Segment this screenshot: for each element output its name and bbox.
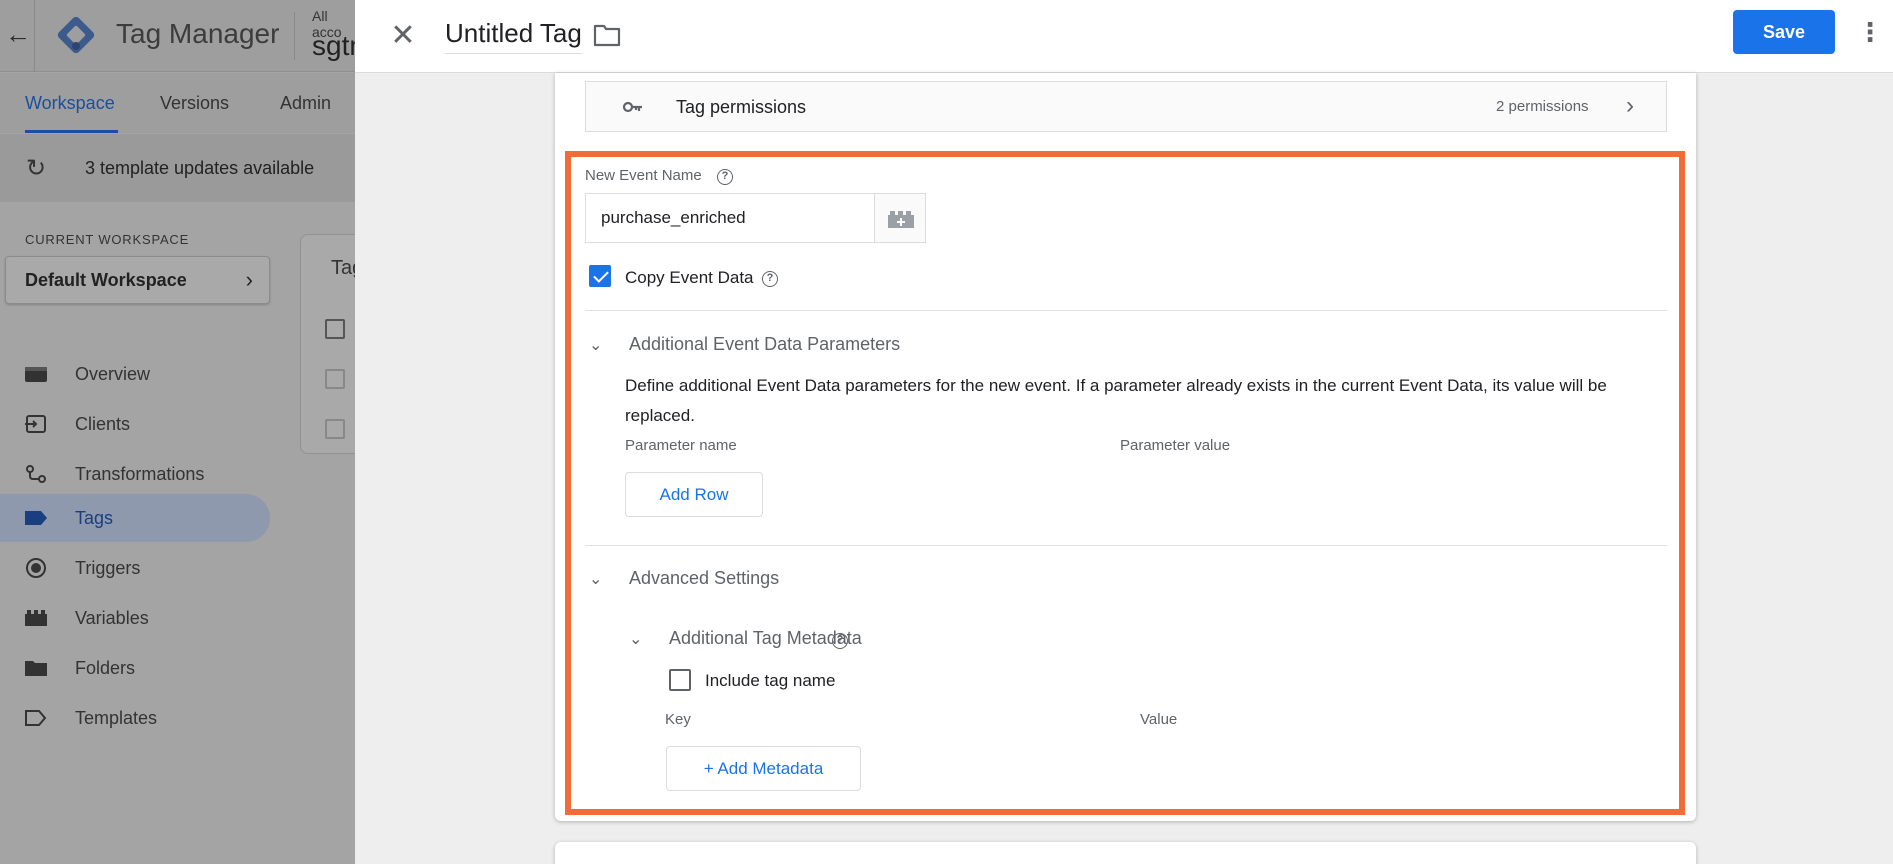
sidebar-item-label: Clients <box>75 414 131 434</box>
tag-editor-panel: ✕ Untitled Tag Save ⋮ Tag permissions 2 … <box>355 0 1893 864</box>
tab-workspace[interactable]: Workspace <box>25 93 115 114</box>
triggers-icon <box>26 558 46 578</box>
chevron-right-icon: › <box>245 267 253 292</box>
gtm-logo-icon <box>57 16 95 54</box>
chevron-down-icon[interactable]: ⌄ <box>629 629 649 649</box>
variable-picker-button[interactable] <box>874 193 926 243</box>
close-icon[interactable]: ✕ <box>385 18 421 54</box>
overview-icon <box>25 367 47 382</box>
parameter-value-header: Parameter value <box>1120 437 1231 454</box>
refresh-icon: ↻ <box>26 155 47 182</box>
value-header: Value <box>1140 711 1178 728</box>
tag-config-card: Tag permissions 2 permissions › New Even… <box>555 73 1696 821</box>
sidebar-item-transformations[interactable]: Transformations <box>0 450 270 498</box>
tab-versions[interactable]: Versions <box>160 93 229 114</box>
save-button[interactable]: Save <box>1733 10 1835 54</box>
app-header: ← Tag Manager All acco sgtm <box>0 0 373 72</box>
chevron-down-icon[interactable]: ⌄ <box>589 569 609 589</box>
workspace-selector[interactable]: Default Workspace › <box>5 256 270 304</box>
more-vert-icon[interactable]: ⋮ <box>1857 14 1883 50</box>
new-event-name-input[interactable]: purchase_enriched <box>585 193 874 243</box>
sidebar-item-label: Triggers <box>75 558 141 578</box>
sidebar-item-templates[interactable]: Templates <box>0 694 270 742</box>
banner-text: 3 template updates available <box>85 158 315 178</box>
section-divider <box>585 310 1667 311</box>
header-divider <box>34 0 35 72</box>
help-icon[interactable]: ? <box>832 633 848 649</box>
tag-permissions-label: Tag permissions <box>676 97 807 117</box>
tag-permissions-row[interactable]: Tag permissions 2 permissions › <box>585 81 1667 132</box>
new-event-name-label: New Event Name <box>585 167 702 184</box>
parameter-name-header: Parameter name <box>625 437 737 454</box>
sidebar-item-label: Overview <box>75 364 151 384</box>
copy-event-data-label: Copy Event Data <box>625 268 754 287</box>
additional-params-title[interactable]: Additional Event Data Parameters <box>629 334 900 355</box>
back-arrow-icon[interactable]: ← <box>4 20 32 48</box>
sidebar-item-label: Transformations <box>75 464 205 484</box>
app-name: Tag Manager <box>116 18 280 49</box>
variable-icon <box>888 211 914 228</box>
tag-icon <box>25 511 47 525</box>
sidebar-item-label: Templates <box>75 708 158 728</box>
variables-icon <box>25 610 47 626</box>
sidebar-item-overview[interactable]: Overview <box>0 350 270 398</box>
sidebar-item-tags[interactable]: Tags <box>0 494 270 542</box>
section-divider <box>585 545 1667 546</box>
template-updates-banner[interactable]: ↻ 3 template updates available <box>0 134 360 202</box>
main-nav-tabs: Workspace Versions Admin <box>0 73 360 133</box>
active-tab-indicator <box>25 130 118 133</box>
include-tag-name-checkbox[interactable] <box>669 669 691 691</box>
templates-icon <box>25 710 47 726</box>
row-checkbox[interactable] <box>325 419 345 439</box>
editor-topbar: ✕ Untitled Tag Save ⋮ <box>355 0 1893 73</box>
tab-admin[interactable]: Admin <box>280 93 331 114</box>
header-divider <box>294 12 295 60</box>
workspace-caption: CURRENT WORKSPACE <box>25 232 190 247</box>
tag-title-input[interactable]: Untitled Tag <box>445 18 582 54</box>
chevron-down-icon[interactable]: ⌄ <box>589 335 609 355</box>
row-checkbox[interactable] <box>325 369 345 389</box>
next-section-card <box>555 842 1696 864</box>
sidebar-item-clients[interactable]: Clients <box>0 400 270 448</box>
copy-event-data-checkbox[interactable] <box>589 265 611 287</box>
chevron-right-icon: › <box>1626 92 1634 119</box>
key-header: Key <box>665 711 691 728</box>
sidebar-item-label: Tags <box>75 508 114 528</box>
advanced-settings-title[interactable]: Advanced Settings <box>629 568 779 589</box>
add-row-button[interactable]: Add Row <box>625 472 763 517</box>
folder-icon[interactable] <box>593 22 621 48</box>
sidebar-item-triggers[interactable]: Triggers <box>0 544 270 592</box>
sidebar-item-folders[interactable]: Folders <box>0 644 270 692</box>
sidebar-item-variables[interactable]: Variables <box>0 594 270 642</box>
include-tag-name-label: Include tag name <box>705 671 836 690</box>
key-icon <box>622 101 642 113</box>
add-metadata-button[interactable]: + Add Metadata <box>666 746 861 791</box>
additional-params-description: Define additional Event Data parameters … <box>625 376 1607 425</box>
sidebar-item-label: Variables <box>75 608 149 628</box>
folder-icon <box>25 661 47 676</box>
help-icon[interactable]: ? <box>762 271 778 287</box>
workspace-name: Default Workspace <box>25 270 187 290</box>
transformations-icon <box>26 465 46 483</box>
permissions-count: 2 permissions <box>1496 98 1589 115</box>
help-icon[interactable]: ? <box>717 169 733 185</box>
clients-icon <box>25 415 46 433</box>
sidebar-item-label: Folders <box>75 658 136 678</box>
select-all-checkbox[interactable] <box>325 319 345 339</box>
